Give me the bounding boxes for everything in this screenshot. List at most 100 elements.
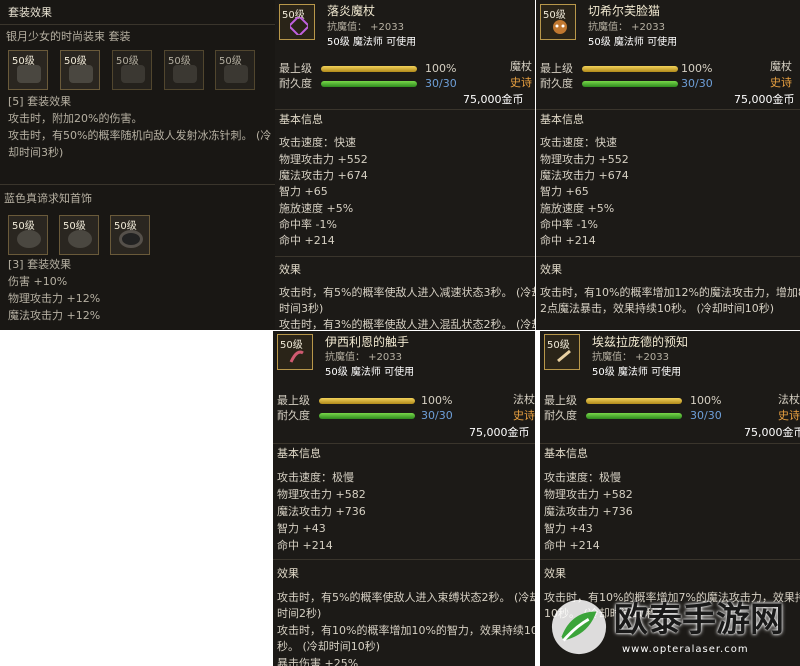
upgrade-label: 最上级	[277, 394, 310, 407]
set1-slot-1[interactable]: 50级	[8, 50, 48, 90]
item-icon[interactable]: 50级	[540, 4, 576, 40]
effect-header: 效果	[277, 567, 299, 580]
durability-value: 30/30	[681, 77, 713, 90]
durability-label: 耐久度	[544, 409, 577, 422]
wand-icon	[290, 17, 308, 35]
basic-info-header: 基本信息	[277, 447, 321, 460]
usage-requirement: 50级 魔法师 可使用	[325, 367, 415, 378]
stat-line: 物理攻击力 +552	[540, 153, 629, 166]
stat-line: 攻击速度：极慢	[544, 471, 621, 484]
stat-line: 攻击速度：快速	[279, 136, 356, 149]
effect-line: 攻击时，有5%的概率使敌人进入束缚状态2秒。 (冷却	[277, 591, 535, 604]
set2-bonus-line: 物理攻击力 +12%	[8, 292, 101, 305]
set2-bonus-header: [3] 套装效果	[8, 258, 72, 271]
stat-line: 攻击速度：快速	[540, 136, 617, 149]
upgrade-bar	[321, 66, 417, 72]
site-watermark: 欧泰手游网 www.opteralaser.com	[550, 596, 798, 664]
stat-line: 命中 +214	[540, 234, 596, 247]
divider	[536, 109, 800, 110]
bone-staff-icon	[557, 349, 571, 363]
weapon-type: 法杖	[513, 393, 535, 406]
item-icon[interactable]: 50级	[277, 334, 313, 370]
stat-line: 魔法攻击力 +674	[540, 169, 629, 182]
stat-line: 命中 +214	[279, 234, 335, 247]
stat-line: 攻击速度：极慢	[277, 471, 354, 484]
durability-value: 30/30	[690, 409, 722, 422]
upgrade-bar	[586, 398, 682, 404]
durability-label: 耐久度	[540, 77, 573, 90]
item-icon[interactable]: 50级	[279, 4, 315, 40]
set-panel-title: 套装效果	[8, 6, 52, 19]
set1-bonus-header: [5] 套装效果	[8, 95, 72, 108]
set1-bonus-line: 攻击时，有50%的概率随机向敌人发射冰冻针刺。 (冷	[8, 129, 272, 142]
resist-value: 抗魔值： +2033	[325, 352, 403, 363]
resist-value: 抗魔值： +2033	[588, 22, 666, 33]
upgrade-value: 100%	[690, 394, 722, 407]
item-tooltip-card: 50级 伊西利恩的触手 抗魔值： +2033 50级 魔法师 可使用 最上级 1…	[273, 331, 535, 666]
weapon-type: 法杖	[778, 393, 800, 406]
divider	[273, 559, 535, 560]
rarity-label: 史诗	[778, 409, 800, 422]
item-name: 埃兹拉庞德的预知	[592, 335, 689, 349]
stat-line: 魔法攻击力 +736	[544, 505, 633, 518]
watermark-url: www.opteralaser.com	[622, 644, 749, 655]
resist-value: 抗魔值： +2033	[592, 352, 670, 363]
item-icon[interactable]: 50级	[544, 334, 580, 370]
gear-item-icon	[173, 65, 197, 83]
divider	[540, 559, 800, 560]
usage-requirement: 50级 魔法师 可使用	[592, 367, 682, 378]
set2-bonus-line: 魔法攻击力 +12%	[8, 309, 101, 322]
rarity-label: 史诗	[510, 76, 532, 89]
gear-item-icon	[224, 65, 248, 83]
stat-line: 物理攻击力 +552	[279, 153, 368, 166]
upgrade-label: 最上级	[544, 394, 577, 407]
price: 75,000金币	[469, 426, 530, 439]
durability-bar	[582, 81, 678, 87]
basic-info-header: 基本信息	[540, 113, 584, 126]
effect-header: 效果	[279, 263, 301, 276]
item-name: 落炎魔杖	[327, 4, 376, 18]
stat-line: 命中 +214	[277, 539, 333, 552]
durability-bar	[321, 81, 417, 87]
divider	[0, 184, 275, 185]
set2-name: 蓝色真谛求知首饰	[4, 192, 92, 205]
effect-line: 攻击时，有3%的概率使敌人进入混乱状态2秒。 (冷却	[279, 318, 535, 330]
divider	[540, 443, 800, 444]
set2-bonus-line: 伤害 +10%	[8, 275, 68, 288]
set1-slot-2[interactable]: 50级	[60, 50, 100, 90]
set1-slot-3[interactable]: 50级	[112, 50, 152, 90]
basic-info-header: 基本信息	[279, 113, 323, 126]
durability-value: 30/30	[421, 409, 453, 422]
resist-value: 抗魔值： +2033	[327, 22, 405, 33]
price: 75,000金币	[734, 93, 795, 106]
stat-line: 智力 +65	[279, 185, 328, 198]
stat-line: 物理攻击力 +582	[544, 488, 633, 501]
set2-slot-2[interactable]: 50级	[59, 215, 99, 255]
rarity-label: 史诗	[513, 409, 535, 422]
durability-bar	[586, 413, 682, 419]
stat-line: 魔法攻击力 +674	[279, 169, 368, 182]
usage-requirement: 50级 魔法师 可使用	[588, 37, 678, 48]
item-tooltip-card: 50级 切希尔芙脸猫 抗魔值： +2033 50级 魔法师 可使用 最上级 10…	[536, 0, 800, 330]
set2-slot-3[interactable]: 50级	[110, 215, 150, 255]
basic-info-header: 基本信息	[544, 447, 588, 460]
effect-line: 攻击时，有10%的概率增加10%的智力，效果持续10	[277, 624, 535, 637]
set1-slot-5[interactable]: 50级	[215, 50, 255, 90]
weapon-type: 魔杖	[770, 60, 792, 73]
watermark-title: 欧泰手游网	[614, 600, 784, 640]
upgrade-label: 最上级	[540, 62, 573, 75]
gear-item-icon	[121, 65, 145, 83]
tentacle-staff-icon	[289, 350, 304, 363]
effect-line: 2点魔法暴击，效果持续10秒。 (冷却时间10秒)	[540, 302, 775, 315]
upgrade-bar	[319, 398, 415, 404]
divider	[275, 109, 535, 110]
stat-line: 物理攻击力 +582	[277, 488, 366, 501]
rarity-label: 史诗	[770, 76, 792, 89]
upgrade-value: 100%	[425, 62, 457, 75]
set2-slot-1[interactable]: 50级	[8, 215, 48, 255]
set1-slot-4[interactable]: 50级	[164, 50, 204, 90]
effect-header: 效果	[540, 263, 562, 276]
ring-icon	[119, 230, 143, 248]
effect-line: 攻击时，有5%的概率使敌人进入减速状态3秒。 (冷却	[279, 286, 535, 299]
effect-line: 时间3秒)	[279, 302, 324, 315]
